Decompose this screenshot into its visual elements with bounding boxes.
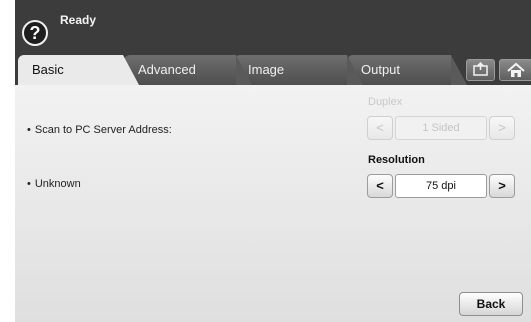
tab-advanced-label: Advanced: [138, 62, 196, 77]
duplex-value: 1 Sided: [395, 116, 487, 140]
duplex-title: Duplex: [368, 96, 403, 108]
tab-basic[interactable]: Basic: [18, 55, 139, 85]
home-icon[interactable]: [499, 59, 531, 81]
help-icon[interactable]: ?: [22, 20, 48, 46]
resolution-value: 75 dpi: [395, 174, 487, 198]
status-bar: ? Ready: [15, 0, 531, 55]
duplex-next-button: >: [489, 116, 515, 140]
unknown-label: Unknown: [27, 178, 81, 190]
tab-output-label: Output: [361, 62, 401, 77]
tab-bar: Output Image Advanced Basic: [15, 55, 531, 85]
resolution-prev-button[interactable]: <: [367, 174, 393, 198]
scan-server-address-label: Scan to PC Server Address:: [27, 124, 172, 136]
back-button[interactable]: Back: [459, 292, 523, 316]
resolution-next-button[interactable]: >: [489, 174, 515, 198]
tab-basic-label: Basic: [32, 62, 64, 77]
tab-advanced[interactable]: Advanced: [124, 55, 252, 85]
resolution-spinner: < 75 dpi >: [367, 174, 515, 198]
duplex-prev-button: <: [367, 116, 393, 140]
status-text: Ready: [60, 13, 97, 27]
resolution-title: Resolution: [368, 154, 425, 166]
tab-image-label: Image: [248, 62, 285, 77]
duplex-spinner: < 1 Sided >: [367, 116, 515, 140]
scan-to-pc-screen: ? Ready Output Image Advanced Basic • Sc…: [15, 0, 531, 322]
job-status-icon[interactable]: [466, 59, 495, 81]
basic-tab-content: Scan to PC Server Address: Unknown Duple…: [15, 85, 531, 322]
